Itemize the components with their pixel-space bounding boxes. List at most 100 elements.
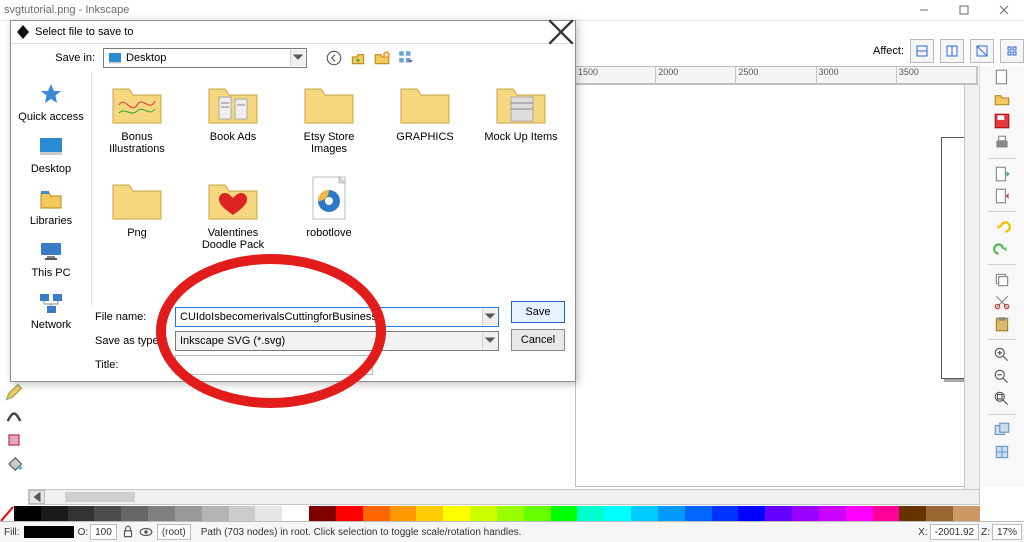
place-desktop[interactable]: Desktop [11, 129, 91, 179]
export-icon[interactable] [993, 187, 1011, 205]
file-item[interactable]: GRAPHICS [386, 77, 464, 155]
color-swatch[interactable] [685, 506, 712, 522]
color-swatch[interactable] [819, 506, 846, 522]
file-list[interactable]: Bonus Illustrations Book Ads Etsy Store … [92, 71, 575, 307]
color-swatch[interactable] [846, 506, 873, 522]
color-swatch[interactable] [148, 506, 175, 522]
save-button[interactable]: Save [511, 301, 565, 323]
color-swatch[interactable] [658, 506, 685, 522]
color-swatch[interactable] [953, 506, 980, 522]
tool-calligraphy-icon[interactable] [4, 406, 24, 426]
horizontal-scrollbar[interactable] [28, 489, 980, 505]
close-button[interactable] [984, 0, 1024, 20]
color-swatch[interactable] [363, 506, 390, 522]
color-swatch[interactable] [604, 506, 631, 522]
color-swatch[interactable] [390, 506, 417, 522]
up-icon[interactable] [349, 49, 367, 67]
color-swatch[interactable] [94, 506, 121, 522]
maximize-button[interactable] [944, 0, 984, 20]
tool-pencil-icon[interactable] [4, 382, 24, 402]
new-folder-icon[interactable] [373, 49, 391, 67]
file-item[interactable]: Etsy Store Images [290, 77, 368, 155]
affect-btn-2[interactable] [940, 39, 964, 63]
zoom-in-icon[interactable] [993, 346, 1011, 364]
paste-icon[interactable] [993, 315, 1011, 333]
dialog-close-button[interactable] [547, 21, 575, 43]
opacity-value[interactable]: 100 [90, 524, 117, 540]
new-icon[interactable] [993, 68, 1011, 86]
file-item[interactable]: Valentines Doodle Pack [194, 173, 272, 251]
color-swatch[interactable] [309, 506, 336, 522]
color-swatch[interactable] [792, 506, 819, 522]
file-item[interactable]: Bonus Illustrations [98, 77, 176, 155]
vertical-scrollbar[interactable] [964, 84, 980, 490]
scroll-left-icon[interactable] [29, 490, 45, 504]
file-item[interactable]: Mock Up Items [482, 77, 560, 155]
file-name-input[interactable]: CUIdoIsbecomerivalsCuttingforBusiness [175, 307, 499, 327]
color-swatch[interactable] [282, 506, 309, 522]
title-input[interactable] [175, 355, 373, 375]
color-swatch[interactable] [926, 506, 953, 522]
lock-icon[interactable] [121, 525, 135, 539]
color-swatch[interactable] [68, 506, 95, 522]
cut-icon[interactable] [993, 293, 1011, 311]
file-item[interactable]: Book Ads [194, 77, 272, 155]
view-menu-icon[interactable] [397, 49, 415, 67]
no-fill-swatch[interactable] [0, 506, 14, 522]
file-item[interactable]: robotlove [290, 173, 368, 251]
color-swatch[interactable] [336, 506, 363, 522]
color-swatch[interactable] [470, 506, 497, 522]
color-swatch[interactable] [631, 506, 658, 522]
color-swatch[interactable] [416, 506, 443, 522]
layer-indicator[interactable]: (root) [157, 524, 191, 540]
redo-icon[interactable] [993, 240, 1011, 258]
back-icon[interactable] [325, 49, 343, 67]
color-swatch[interactable] [121, 506, 148, 522]
affect-btn-1[interactable] [910, 39, 934, 63]
minimize-button[interactable] [904, 0, 944, 20]
tool-eraser-icon[interactable] [4, 430, 24, 450]
color-swatch[interactable] [712, 506, 739, 522]
place-this-pc[interactable]: This PC [11, 233, 91, 283]
color-swatch[interactable] [443, 506, 470, 522]
place-network[interactable]: Network [11, 285, 91, 335]
save-icon[interactable] [993, 112, 1011, 130]
file-item[interactable]: Png [98, 173, 176, 251]
import-icon[interactable] [993, 165, 1011, 183]
color-swatch[interactable] [175, 506, 202, 522]
zoom-value[interactable]: 17% [992, 524, 1022, 540]
color-swatch[interactable] [14, 506, 41, 522]
scroll-thumb[interactable] [65, 492, 135, 502]
fill-swatch[interactable] [24, 526, 74, 538]
zoom-out-icon[interactable] [993, 368, 1011, 386]
save-type-combo[interactable]: Inkscape SVG (*.svg) [175, 331, 499, 351]
color-swatch[interactable] [497, 506, 524, 522]
zoom-fit-icon[interactable] [993, 390, 1011, 408]
color-swatch[interactable] [41, 506, 68, 522]
place-quick-access[interactable]: Quick access [11, 77, 91, 127]
duplicate-icon[interactable] [993, 421, 1011, 439]
color-swatch[interactable] [551, 506, 578, 522]
color-swatch[interactable] [738, 506, 765, 522]
visibility-icon[interactable] [139, 525, 153, 539]
save-in-combo[interactable]: Desktop [103, 48, 307, 68]
canvas[interactable] [575, 84, 978, 487]
color-swatch[interactable] [524, 506, 551, 522]
open-icon[interactable] [993, 90, 1011, 108]
tool-bucket-icon[interactable] [4, 454, 24, 474]
color-swatch[interactable] [899, 506, 926, 522]
undo-icon[interactable] [993, 218, 1011, 236]
copy-icon[interactable] [993, 271, 1011, 289]
affect-btn-3[interactable] [970, 39, 994, 63]
cancel-button[interactable]: Cancel [511, 329, 565, 351]
color-swatch[interactable] [202, 506, 229, 522]
color-swatch[interactable] [229, 506, 256, 522]
color-swatch[interactable] [765, 506, 792, 522]
color-swatch[interactable] [577, 506, 604, 522]
clone-icon[interactable] [993, 443, 1011, 461]
affect-btn-4[interactable] [1000, 39, 1024, 63]
color-swatch[interactable] [873, 506, 900, 522]
place-libraries[interactable]: Libraries [11, 181, 91, 231]
print-icon[interactable] [993, 134, 1011, 152]
color-swatch[interactable] [255, 506, 282, 522]
